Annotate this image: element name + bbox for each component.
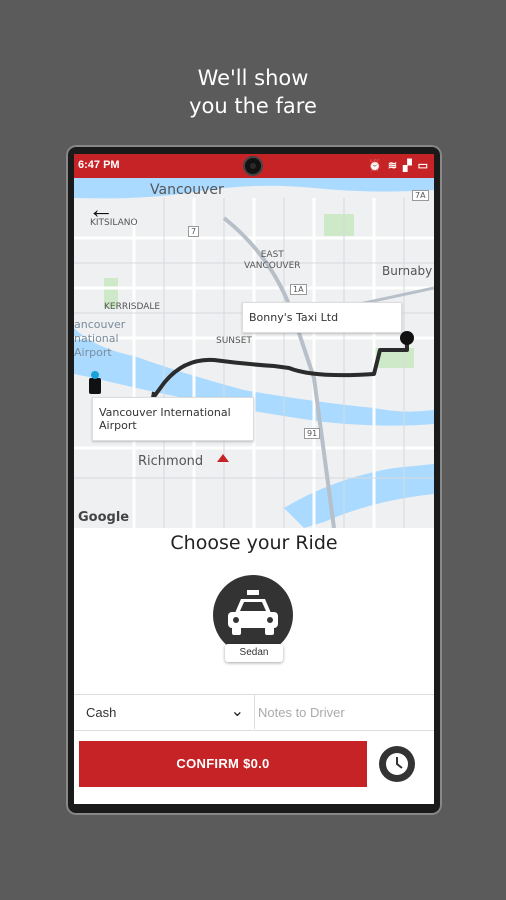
alarm-icon: ⏰ bbox=[368, 160, 382, 172]
payment-method-value: Cash bbox=[86, 705, 117, 720]
schedule-clock-button[interactable] bbox=[379, 746, 415, 782]
confirm-button[interactable]: CONFIRM $0.0 bbox=[79, 741, 367, 787]
route-map[interactable]: Vancouver KITSILANO EAST VANCOUVER Burna… bbox=[74, 178, 434, 528]
sedan-label: Sedan bbox=[225, 644, 283, 662]
back-arrow-icon[interactable]: ← bbox=[88, 196, 114, 222]
map-canvas bbox=[74, 178, 434, 528]
promo-heading: We'll show you the fare bbox=[0, 64, 506, 120]
front-camera-icon bbox=[243, 156, 263, 176]
promo-line-1: We'll show bbox=[197, 66, 309, 90]
payment-method-select[interactable]: Cash ⌄ bbox=[74, 695, 255, 729]
status-bar: 6:47 PM ⏰ ≋ ▞ ▭ bbox=[74, 154, 434, 178]
highway-91-shield: 91 bbox=[304, 428, 321, 439]
highway-7a-shield: 7A bbox=[412, 190, 429, 201]
status-time: 6:47 PM bbox=[78, 159, 120, 171]
app-screen: 6:47 PM ⏰ ≋ ▞ ▭ Vancouver KITSILANO EAST… bbox=[74, 154, 434, 804]
notes-to-driver-input[interactable]: Notes to Driver bbox=[258, 705, 345, 720]
map-label-vancouver: Vancouver bbox=[150, 182, 224, 198]
taxi-car-icon bbox=[228, 590, 278, 635]
map-label-airport-area: ancouver national Airport bbox=[74, 318, 126, 359]
signal-icon: ▞ bbox=[403, 160, 412, 172]
divider bbox=[74, 730, 434, 731]
choose-ride-heading: Choose your Ride bbox=[170, 532, 338, 554]
phone-frame: 6:47 PM ⏰ ≋ ▞ ▭ Vancouver KITSILANO EAST… bbox=[66, 145, 442, 815]
wifi-icon: ≋ bbox=[387, 160, 398, 172]
status-icons: ⏰ ≋ ▞ ▭ bbox=[368, 159, 428, 172]
map-label-sunset: SUNSET bbox=[216, 336, 252, 346]
clock-icon bbox=[386, 753, 408, 775]
chevron-down-icon: ⌄ bbox=[230, 703, 244, 720]
highway-1a-shield: 1A bbox=[290, 284, 307, 295]
origin-callout[interactable]: Bonny's Taxi Ltd bbox=[242, 302, 402, 333]
map-label-kerrisdale: KERRISDALE bbox=[104, 302, 161, 312]
battery-icon: ▭ bbox=[417, 160, 428, 172]
destination-callout[interactable]: Vancouver International Airport bbox=[92, 397, 254, 441]
highway-7-shield: 7 bbox=[188, 226, 200, 237]
map-label-east-vancouver: EAST VANCOUVER bbox=[244, 250, 301, 271]
google-logo: Google bbox=[78, 510, 130, 525]
map-label-burnaby: Burnaby bbox=[382, 264, 433, 278]
promo-line-2: you the fare bbox=[189, 94, 317, 118]
sedan-option[interactable] bbox=[213, 575, 293, 655]
map-label-richmond: Richmond bbox=[138, 454, 204, 469]
